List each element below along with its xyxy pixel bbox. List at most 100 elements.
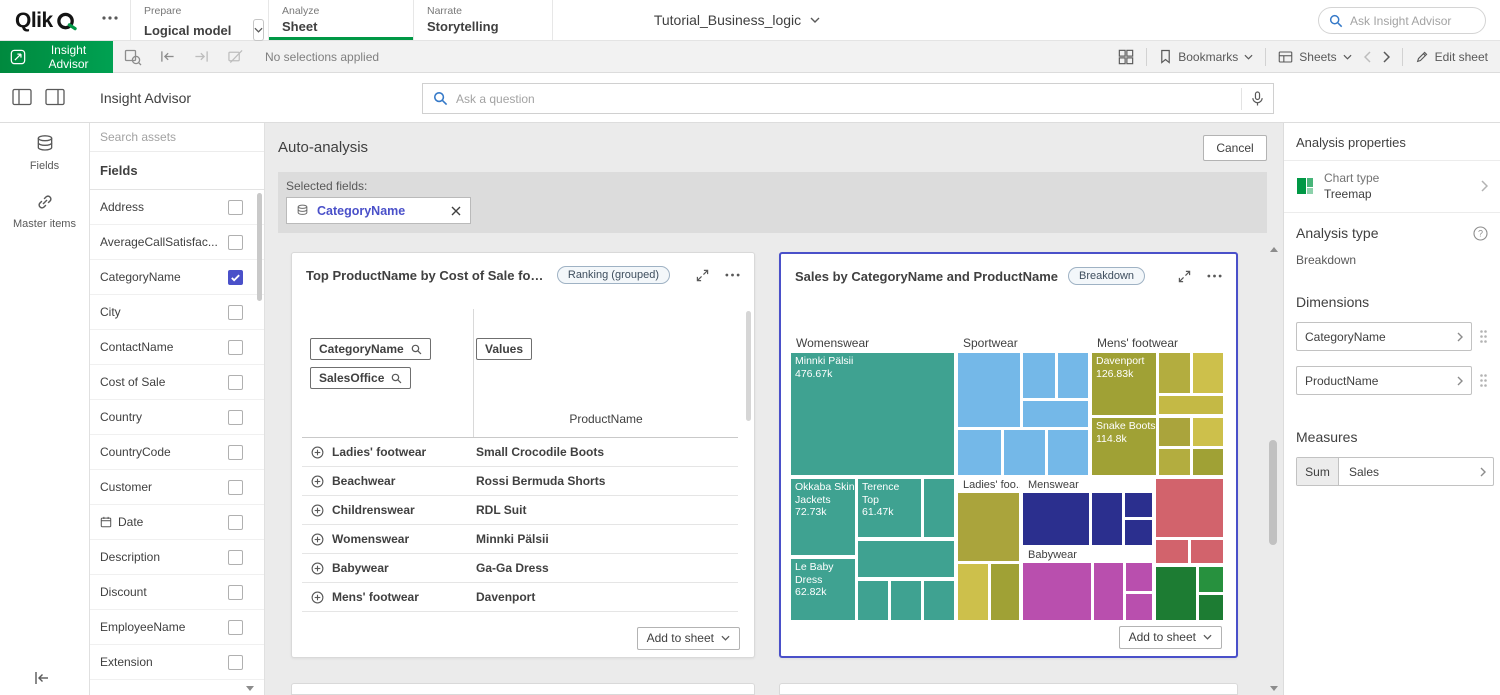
field-checkbox[interactable]	[228, 375, 243, 390]
treemap-node[interactable]	[1192, 448, 1224, 476]
prepare-dropdown-button[interactable]	[253, 19, 264, 41]
search-assets-input[interactable]	[90, 123, 264, 152]
treemap-node[interactable]	[1022, 400, 1089, 428]
treemap-node[interactable]	[857, 580, 889, 621]
app-title-dropdown[interactable]: Tutorial_Business_logic	[587, 0, 887, 40]
treemap-node[interactable]	[1158, 417, 1191, 447]
step-forward-icon[interactable]	[193, 49, 210, 64]
scroll-down-icon[interactable]	[1270, 686, 1278, 691]
field-checkbox[interactable]	[228, 655, 243, 670]
ranking-table-row[interactable]: Mens' footwearDavenport	[302, 583, 738, 612]
category-name-chip[interactable]: CategoryName	[310, 338, 431, 360]
treemap-node[interactable]	[1022, 562, 1092, 621]
field-row-contactname[interactable]: ContactName	[90, 330, 264, 365]
toggle-left-panel-icon[interactable]	[12, 88, 32, 106]
treemap-node[interactable]	[1158, 448, 1191, 476]
expand-row-icon[interactable]	[311, 591, 324, 604]
field-checkbox[interactable]	[228, 410, 243, 425]
expand-row-icon[interactable]	[311, 475, 324, 488]
treemap-node[interactable]: TerenceTop61.47k	[857, 478, 922, 538]
treemap-node[interactable]	[1198, 566, 1224, 593]
treemap-node[interactable]	[1022, 492, 1090, 546]
field-checkbox[interactable]	[228, 620, 243, 635]
expand-row-icon[interactable]	[311, 504, 324, 517]
treemap-node[interactable]	[1155, 539, 1189, 564]
field-row-customer[interactable]: Customer	[90, 470, 264, 505]
treemap-node[interactable]	[957, 492, 1020, 562]
chart-type-row[interactable]: Chart type Treemap	[1284, 161, 1500, 213]
ranking-chart-card[interactable]: Top ProductName by Cost of Sale for Cate…	[291, 252, 755, 658]
ask-insight-advisor-search[interactable]	[1318, 7, 1486, 34]
scroll-down-icon[interactable]	[246, 686, 254, 691]
field-row-discount[interactable]: Discount	[90, 575, 264, 610]
rail-item-master-items[interactable]: Master items	[0, 181, 89, 239]
insight-advisor-button[interactable]: Insight Advisor	[0, 41, 113, 73]
treemap-node[interactable]: Okkaba SkinJackets72.73k	[790, 478, 856, 556]
field-row-categoryname[interactable]: CategoryName	[90, 260, 264, 295]
toggle-right-panel-icon[interactable]	[45, 88, 65, 106]
fields-scrollbar[interactable]	[257, 193, 262, 301]
treemap-node[interactable]: Minnki Pälsii476.67k	[790, 352, 955, 476]
app-objects-icon[interactable]	[1118, 49, 1134, 65]
treemap-node[interactable]	[1158, 395, 1224, 415]
field-checkbox[interactable]	[228, 480, 243, 495]
treemap-node[interactable]	[1091, 492, 1123, 546]
more-options-icon[interactable]	[725, 273, 740, 277]
treemap-node[interactable]	[957, 429, 1002, 476]
expand-row-icon[interactable]	[311, 562, 324, 575]
treemap-node[interactable]	[990, 563, 1020, 621]
drag-handle-icon[interactable]	[1479, 329, 1488, 344]
field-checkbox[interactable]	[228, 305, 243, 320]
values-chip[interactable]: Values	[476, 338, 532, 360]
table-scrollbar[interactable]	[746, 311, 751, 421]
treemap-node[interactable]: Davenport126.83k	[1091, 352, 1157, 416]
more-options-icon[interactable]	[1207, 274, 1222, 278]
field-row-averagecallsatisfac-[interactable]: AverageCallSatisfac...	[90, 225, 264, 260]
ranking-table-row[interactable]: WomenswearMinnki Pälsii	[302, 525, 738, 554]
expand-row-icon[interactable]	[311, 533, 324, 546]
nav-analyze[interactable]: Analyze Sheet	[268, 0, 413, 40]
expand-chart-icon[interactable]	[1178, 270, 1191, 283]
ranking-table-row[interactable]: Ladies' footwearSmall Crocodile Boots	[302, 438, 738, 467]
ask-a-question-input[interactable]	[456, 92, 1233, 106]
cancel-button[interactable]: Cancel	[1203, 135, 1267, 161]
measure-sales[interactable]: Sum Sales	[1296, 457, 1494, 486]
next-sheet-icon[interactable]	[1383, 51, 1390, 63]
treemap-node[interactable]	[1124, 519, 1153, 546]
drag-handle-icon[interactable]	[1479, 373, 1488, 388]
treemap-node[interactable]	[1057, 352, 1089, 399]
field-checkbox[interactable]	[228, 515, 243, 530]
remove-field-icon[interactable]	[451, 206, 461, 216]
nav-prepare[interactable]: Prepare Logical model	[130, 0, 268, 40]
field-checkbox[interactable]	[228, 340, 243, 355]
treemap-node[interactable]	[1125, 593, 1153, 621]
main-scrollbar[interactable]	[1269, 440, 1277, 545]
field-checkbox[interactable]	[228, 270, 243, 285]
treemap-node[interactable]	[857, 540, 955, 578]
treemap-node[interactable]	[1192, 417, 1224, 447]
treemap-node[interactable]	[1198, 594, 1224, 621]
field-row-employeename[interactable]: EmployeeName	[90, 610, 264, 645]
field-row-city[interactable]: City	[90, 295, 264, 330]
clear-selections-icon[interactable]	[227, 49, 244, 64]
add-to-sheet-button[interactable]: Add to sheet	[1119, 626, 1222, 649]
help-icon[interactable]: ?	[1473, 226, 1488, 241]
selected-field-tag[interactable]: CategoryName	[286, 197, 471, 224]
treemap-chart[interactable]: WomenswearSportwearMens' footwearLadies'…	[790, 333, 1224, 621]
sales-office-chip[interactable]: SalesOffice	[310, 367, 411, 389]
treemap-node[interactable]: Snake Boots114.8k	[1091, 417, 1157, 476]
field-checkbox[interactable]	[228, 235, 243, 250]
field-row-extension[interactable]: Extension	[90, 645, 264, 680]
bookmarks-dropdown[interactable]: Bookmarks	[1159, 49, 1253, 64]
previous-sheet-icon[interactable]	[1364, 51, 1371, 63]
collapse-panel-icon[interactable]	[34, 671, 50, 685]
treemap-node[interactable]	[1158, 352, 1191, 394]
ranking-table-row[interactable]: BabywearGa-Ga Dress	[302, 554, 738, 583]
treemap-node[interactable]	[957, 563, 989, 621]
rail-item-fields[interactable]: Fields	[0, 123, 89, 181]
field-checkbox[interactable]	[228, 445, 243, 460]
treemap-node[interactable]	[923, 478, 955, 538]
ask-a-question-search[interactable]	[422, 83, 1274, 114]
treemap-node[interactable]: Le BabyDress62.82k	[790, 558, 856, 621]
treemap-node[interactable]	[1190, 539, 1224, 564]
